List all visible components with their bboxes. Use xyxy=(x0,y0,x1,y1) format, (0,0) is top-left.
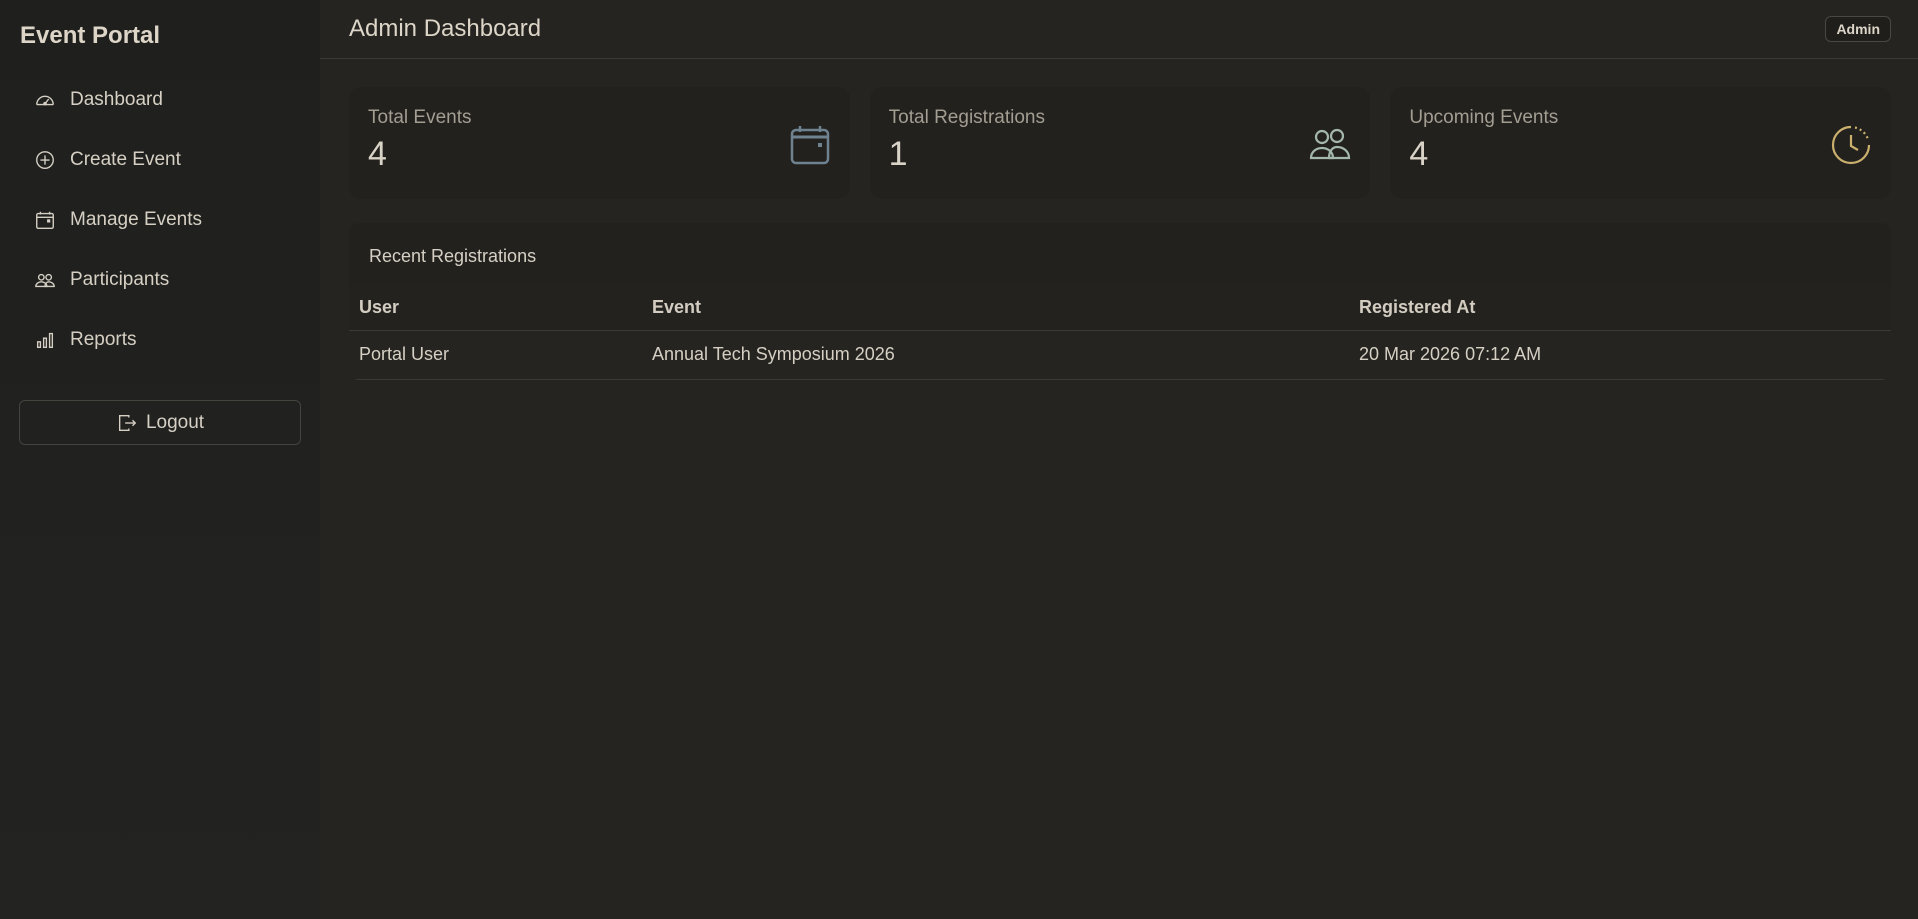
people-icon xyxy=(34,269,56,291)
registrations-table: User Event Registered At Portal User Ann… xyxy=(349,285,1891,380)
sidebar-item-reports[interactable]: Reports xyxy=(19,310,301,370)
stat-label: Total Registrations xyxy=(888,107,1045,128)
stat-card-upcoming-events: Upcoming Events 4 xyxy=(1390,87,1892,199)
table-header-row: User Event Registered At xyxy=(349,285,1891,331)
sidebar-item-participants[interactable]: Participants xyxy=(19,250,301,310)
cell-user: Portal User xyxy=(349,330,642,380)
sidebar-item-create-event[interactable]: Create Event xyxy=(19,130,301,190)
sidebar-item-label: Create Event xyxy=(70,149,181,170)
stat-card-total-events: Total Events 4 xyxy=(349,87,850,199)
app-root: Event Portal Dashboard Create Event Mana… xyxy=(0,0,1918,919)
cell-registered-at: 20 Mar 2026 07:12 AM xyxy=(1349,330,1891,380)
sidebar-item-label: Reports xyxy=(70,329,137,350)
stat-value: 1 xyxy=(888,135,908,173)
logout-label: Logout xyxy=(145,411,205,433)
speedometer-icon xyxy=(34,89,56,111)
sidebar: Event Portal Dashboard Create Event Mana… xyxy=(0,0,320,919)
sidebar-item-label: Manage Events xyxy=(70,209,203,230)
sidebar-item-label: Dashboard xyxy=(70,89,163,110)
stat-card-total-registrations: Total Registrations 1 xyxy=(869,87,1371,199)
brand-title: Event Portal xyxy=(20,22,161,49)
people-icon xyxy=(1308,123,1352,167)
section-title: Recent Registrations xyxy=(369,246,537,266)
logout-button[interactable]: Logout xyxy=(19,400,301,445)
stat-label: Upcoming Events xyxy=(1409,107,1559,128)
sidebar-item-dashboard[interactable]: Dashboard xyxy=(19,70,301,130)
column-header-registered-at: Registered At xyxy=(1349,285,1891,331)
plus-circle-icon xyxy=(34,149,56,171)
table-row: Portal User Annual Tech Symposium 2026 2… xyxy=(349,330,1891,380)
column-header-user: User xyxy=(349,285,642,331)
calendar-icon xyxy=(788,123,832,167)
dashboard-content: Total Events 4 Total Registrations 1 Upc… xyxy=(320,59,1918,380)
role-badge: Admin xyxy=(1825,16,1891,42)
calendar-icon xyxy=(34,209,56,231)
logout-icon xyxy=(116,412,138,434)
page-title: Admin Dashboard xyxy=(349,15,542,42)
column-header-event: Event xyxy=(642,285,1349,331)
sidebar-item-label: Participants xyxy=(70,269,170,290)
stats-row: Total Events 4 Total Registrations 1 Upc… xyxy=(349,87,1892,199)
main-area: Admin Dashboard Admin Total Events 4 Tot… xyxy=(320,0,1918,919)
stat-value: 4 xyxy=(1409,135,1429,173)
clock-icon xyxy=(1829,123,1873,167)
bar-chart-icon xyxy=(34,329,56,351)
stat-label: Total Events xyxy=(368,107,472,128)
top-bar: Admin Dashboard Admin xyxy=(320,0,1918,59)
recent-registrations-card: Recent Registrations User Event Register… xyxy=(349,223,1891,380)
stat-value: 4 xyxy=(368,135,387,173)
sidebar-item-manage-events[interactable]: Manage Events xyxy=(19,190,301,250)
cell-event: Annual Tech Symposium 2026 xyxy=(642,330,1349,380)
